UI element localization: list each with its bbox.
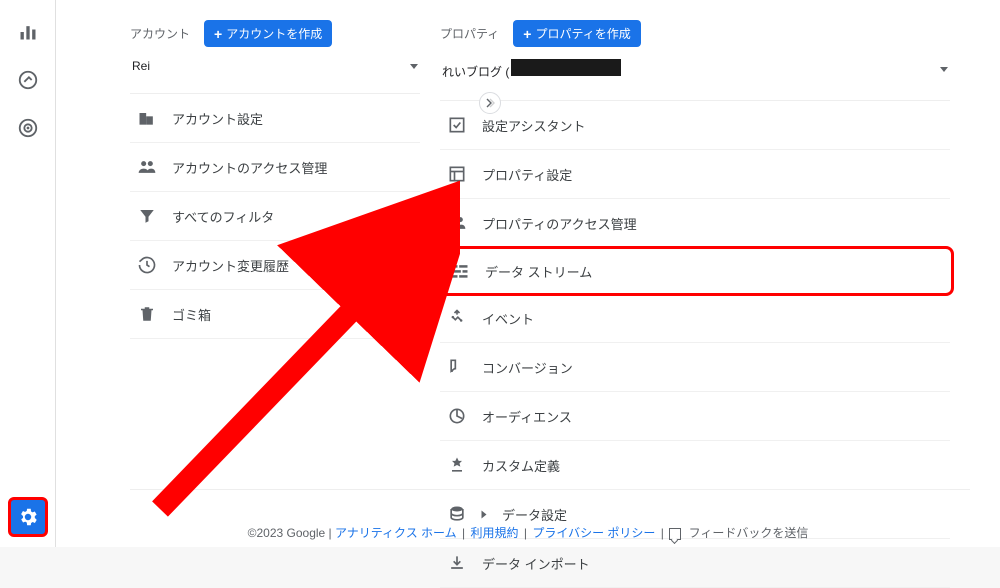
property-menu: 設定アシスタントプロパティ設定プロパティのアクセス管理データ ストリームイベント… bbox=[440, 100, 950, 588]
admin-panel: アカウント + アカウントを作成 Rei アカウント設定 アカウントのアクセス管… bbox=[56, 0, 1000, 547]
account-selector[interactable]: Rei bbox=[130, 55, 420, 79]
footer-copyright: ©2023 Google | bbox=[248, 526, 332, 540]
chevron-down-icon bbox=[940, 67, 948, 72]
property-item-2[interactable]: プロパティのアクセス管理 bbox=[440, 199, 950, 248]
property-item-0[interactable]: 設定アシスタント bbox=[440, 101, 950, 150]
property-item-6[interactable]: オーディエンス bbox=[440, 392, 950, 441]
account-settings-item[interactable]: アカウント設定 bbox=[130, 94, 420, 143]
plus-icon: + bbox=[214, 26, 222, 42]
trash-icon bbox=[136, 303, 158, 325]
property-column-label: プロパティ bbox=[440, 25, 499, 42]
account-selector-value: Rei bbox=[132, 59, 150, 73]
feedback-icon bbox=[669, 528, 681, 540]
menu-item-label: イベント bbox=[482, 309, 534, 328]
create-account-button[interactable]: + アカウントを作成 bbox=[204, 20, 332, 47]
admin-gear-button[interactable] bbox=[8, 497, 48, 537]
menu-item-label: オーディエンス bbox=[482, 407, 572, 426]
advertising-icon[interactable] bbox=[16, 116, 40, 140]
property-selector[interactable]: れいブログ ( bbox=[440, 55, 950, 86]
menu-item-label: カスタム定義 bbox=[482, 456, 560, 475]
menu-item-label: データ インポート bbox=[482, 554, 590, 573]
menu-item-label: コンバージョン bbox=[482, 358, 573, 377]
people-icon bbox=[136, 156, 158, 178]
menu-item-label: 設定アシスタント bbox=[482, 116, 585, 135]
column-collapse-handle[interactable] bbox=[479, 92, 501, 114]
menu-item-label: すべてのフィルタ bbox=[172, 207, 274, 226]
property-item-4[interactable]: イベント bbox=[440, 294, 950, 343]
footer-terms-link[interactable]: 利用規約 bbox=[470, 526, 518, 540]
account-history-item[interactable]: アカウント変更履歴 bbox=[130, 241, 420, 290]
item-icon bbox=[446, 552, 468, 574]
menu-item-label: データ設定 bbox=[502, 505, 567, 524]
account-column-label: アカウント bbox=[130, 25, 190, 42]
account-column: アカウント + アカウントを作成 Rei アカウント設定 アカウントのアクセス管… bbox=[130, 20, 440, 489]
property-selector-value: れいブログ ( bbox=[442, 63, 509, 80]
explore-icon[interactable] bbox=[16, 68, 40, 92]
property-item-3[interactable]: データ ストリーム bbox=[436, 246, 954, 296]
menu-item-label: アカウント設定 bbox=[172, 109, 263, 128]
plus-icon: + bbox=[523, 26, 531, 42]
property-item-9[interactable]: データ インポート bbox=[440, 539, 950, 588]
footer-privacy-link[interactable]: プライバシー ポリシー bbox=[532, 526, 655, 540]
item-icon bbox=[446, 163, 468, 185]
chevron-down-icon bbox=[410, 64, 418, 69]
menu-item-label: プロパティ設定 bbox=[482, 165, 572, 184]
footer-feedback-link[interactable]: フィードバックを送信 bbox=[689, 526, 809, 540]
left-nav bbox=[0, 0, 56, 547]
item-icon bbox=[446, 405, 468, 427]
item-icon bbox=[446, 454, 468, 476]
account-menu: アカウント設定 アカウントのアクセス管理 すべてのフィルタ アカウント変更履歴 … bbox=[130, 93, 420, 339]
item-icon bbox=[446, 212, 468, 234]
account-access-item[interactable]: アカウントのアクセス管理 bbox=[130, 143, 420, 192]
property-column: プロパティ + プロパティを作成 れいブログ ( 設定アシスタントプロパティ設定… bbox=[440, 20, 970, 489]
property-item-1[interactable]: プロパティ設定 bbox=[440, 150, 950, 199]
create-account-label: アカウントを作成 bbox=[226, 25, 322, 42]
bar-chart-icon[interactable] bbox=[16, 20, 40, 44]
create-property-label: プロパティを作成 bbox=[535, 25, 630, 42]
building-icon bbox=[136, 107, 158, 129]
item-icon bbox=[446, 503, 468, 525]
item-icon bbox=[446, 307, 468, 329]
item-icon bbox=[446, 356, 468, 378]
create-property-button[interactable]: + プロパティを作成 bbox=[513, 20, 640, 47]
item-icon bbox=[446, 114, 468, 136]
menu-item-label: アカウント変更履歴 bbox=[172, 256, 289, 275]
footer: ©2023 Google | アナリティクス ホーム | 利用規約 | プライバ… bbox=[56, 524, 1000, 541]
trash-item[interactable]: ゴミ箱 bbox=[130, 290, 420, 339]
redacted-id bbox=[511, 59, 621, 76]
property-item-5[interactable]: コンバージョン bbox=[440, 343, 950, 392]
menu-item-label: アカウントのアクセス管理 bbox=[172, 158, 327, 177]
filter-icon bbox=[136, 205, 158, 227]
property-item-7[interactable]: カスタム定義 bbox=[440, 441, 950, 490]
menu-item-label: ゴミ箱 bbox=[172, 305, 211, 324]
menu-item-label: データ ストリーム bbox=[485, 262, 592, 281]
chevron-right-icon bbox=[482, 510, 487, 518]
menu-item-label: プロパティのアクセス管理 bbox=[482, 214, 637, 233]
history-icon bbox=[136, 254, 158, 276]
item-icon bbox=[449, 260, 471, 282]
all-filters-item[interactable]: すべてのフィルタ bbox=[130, 192, 420, 241]
footer-home-link[interactable]: アナリティクス ホーム bbox=[335, 526, 457, 540]
